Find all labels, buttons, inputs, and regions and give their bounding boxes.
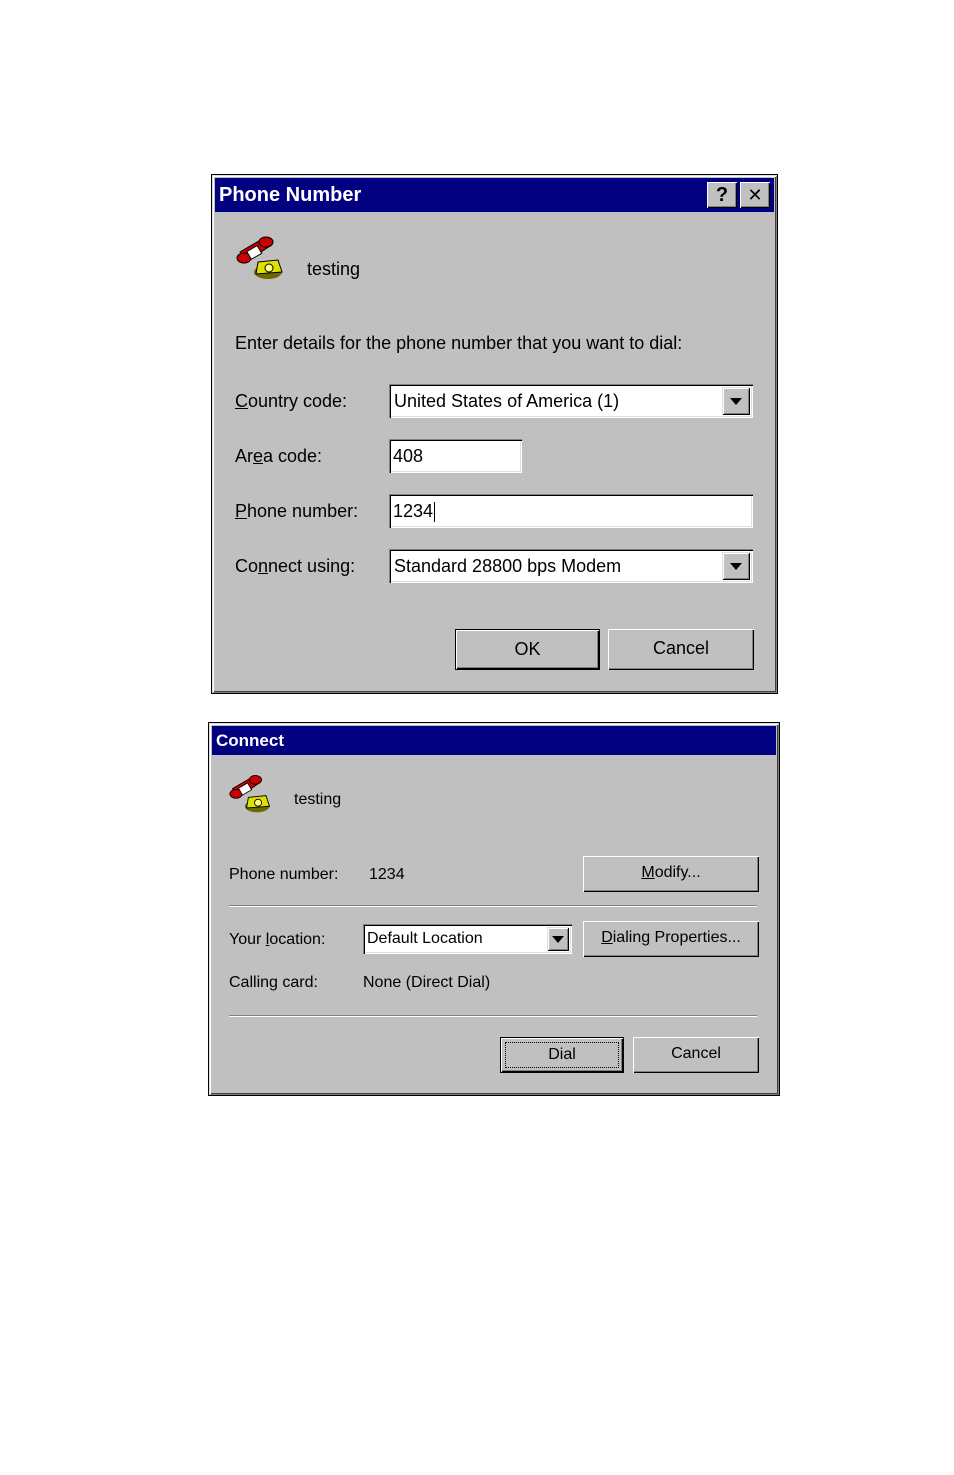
focus-ring	[505, 1042, 619, 1068]
phone-number-dialog: Phone Number ? ✕ testing Enter details f…	[211, 174, 778, 694]
location-label: Your location:	[229, 931, 326, 948]
phone-cancel-label: Cancel	[652, 638, 710, 658]
location-select[interactable]: Default Location	[363, 924, 572, 954]
connect-phone-label: Phone number:	[229, 866, 339, 883]
connect-using-select[interactable]: Standard 28800 bps Modem	[389, 549, 753, 583]
phone-cancel-button[interactable]: Cancel	[608, 629, 754, 670]
ok-button[interactable]: OK	[455, 629, 600, 670]
modify-button[interactable]: Modify...	[583, 856, 759, 892]
country-code-label: Country code:	[235, 391, 348, 411]
calling-card-value: None (Direct Dial)	[363, 974, 491, 991]
calling-card-label: Calling card:	[229, 974, 318, 991]
phone-dialog-titlebar[interactable]: Phone Number ? ✕	[215, 178, 774, 212]
connect-using-value: Standard 28800 bps Modem	[394, 556, 622, 576]
connect-dialog-titlebar[interactable]: Connect	[212, 726, 776, 755]
dropdown-arrow-icon[interactable]	[722, 552, 750, 580]
dropdown-arrow-icon[interactable]	[722, 387, 750, 415]
separator	[229, 1015, 757, 1017]
connect-using-label: Connect using:	[235, 556, 356, 576]
area-code-input[interactable]: 408	[389, 439, 522, 473]
country-code-select[interactable]: United States of America (1)	[389, 384, 753, 418]
connect-connection-name: testing	[294, 791, 342, 808]
dialing-properties-button[interactable]: Dialing Properties...	[583, 921, 759, 957]
ok-label: OK	[514, 639, 541, 659]
connect-dialog-title: Connect	[216, 731, 284, 750]
phone-prompt-text: Enter details for the phone number that …	[235, 333, 683, 353]
dropdown-arrow-icon[interactable]	[547, 927, 569, 951]
area-code-label: Area code:	[235, 446, 323, 466]
dial-button[interactable]: Dial	[500, 1037, 624, 1073]
connect-dialog: Connect testing Phone number: 1234 Modif…	[208, 722, 780, 1096]
phone-number-value: 1234	[393, 501, 434, 521]
country-code-value: United States of America (1)	[394, 391, 620, 411]
connect-phone-value: 1234	[369, 866, 405, 883]
phone-connection-name: testing	[307, 259, 361, 279]
telephone-icon	[229, 774, 271, 813]
phone-number-label: Phone number:	[235, 501, 359, 521]
help-icon[interactable]: ?	[707, 182, 737, 208]
telephone-icon	[236, 236, 283, 279]
area-code-value: 408	[393, 446, 424, 466]
location-value: Default Location	[367, 930, 483, 947]
connect-cancel-label: Cancel	[671, 1045, 721, 1062]
separator	[229, 905, 757, 907]
phone-number-input[interactable]: 1234	[389, 494, 753, 528]
phone-dialog-title: Phone Number	[219, 184, 362, 206]
connect-cancel-button[interactable]: Cancel	[633, 1037, 759, 1073]
text-cursor	[434, 502, 436, 523]
close-icon[interactable]: ✕	[740, 182, 770, 208]
